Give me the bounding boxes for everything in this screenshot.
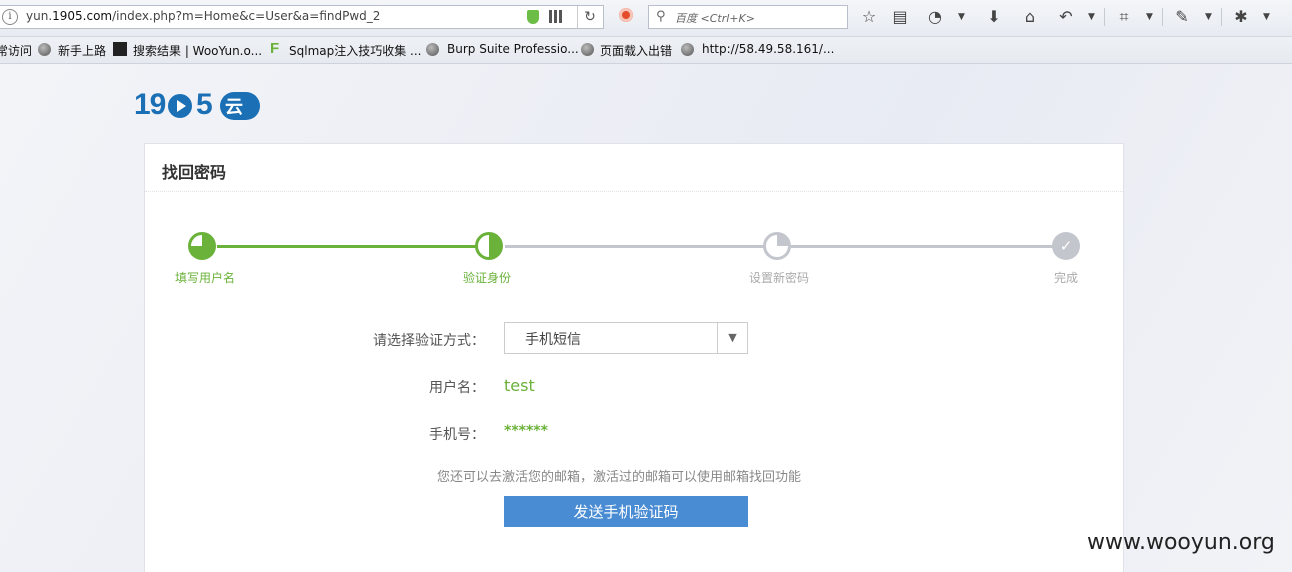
globe-icon [581, 43, 594, 56]
logo-cloud-text: 云 [225, 97, 243, 118]
bookmark-item[interactable]: Burp Suite Professio... [447, 42, 579, 56]
page-content: 19 5 云 找回密码 ✓ 填写用户名 验证身份 设置新密码 完成 请选择验证方… [0, 64, 1292, 572]
site-info-icon[interactable]: i [2, 9, 18, 25]
step-connector-todo [791, 245, 1053, 248]
palette-icon[interactable]: ◔ [924, 6, 946, 28]
search-bar[interactable]: ⚲ 百度 <Ctrl+K> [648, 5, 848, 29]
verify-method-value: 手机短信 [525, 332, 581, 348]
step-label-1: 填写用户名 [174, 271, 235, 285]
bookmark-item[interactable]: Sqlmap注入技巧收集 ... [289, 42, 422, 59]
step-3-icon [763, 232, 791, 260]
chevron-down-icon[interactable]: ▼ [717, 323, 747, 353]
step-connector-done [217, 245, 489, 248]
bookmark-item[interactable]: 搜索结果 | WooYun.o... [133, 42, 262, 59]
globe-icon [426, 43, 439, 56]
search-icon: ⚲ [656, 9, 666, 24]
watermark: www.wooyun.org [1087, 530, 1275, 555]
crop-dropdown-icon[interactable]: ▼ [1146, 6, 1153, 28]
wooyun-icon [113, 42, 127, 56]
step-1-icon [188, 232, 216, 260]
home-icon[interactable]: ⌂ [1019, 6, 1041, 28]
check-icon: ✓ [1052, 232, 1080, 260]
bookmark-item[interactable]: 常访问 [0, 42, 32, 59]
reading-list-icon[interactable]: ▤ [889, 6, 911, 28]
globe-icon [38, 43, 51, 56]
logo-digits: 19 [134, 88, 166, 121]
download-icon[interactable]: ⬇ [983, 6, 1005, 28]
toolbar-separator [1104, 8, 1105, 26]
bug-icon[interactable]: ✱ [1230, 6, 1252, 28]
bookmark-star-icon[interactable]: ☆ [858, 6, 880, 28]
adblock-icon[interactable] [619, 8, 633, 22]
reload-icon[interactable]: ↻ [577, 6, 602, 28]
step-2-icon [475, 232, 503, 260]
menu-dropdown-icon[interactable]: ▼ [1263, 6, 1270, 28]
play-icon [168, 94, 192, 118]
step-label-4: 完成 [1053, 271, 1078, 285]
method-label: 请选择验证方式： [373, 333, 485, 349]
step-connector-todo [505, 245, 777, 248]
browser-toolbar: i yun.1905.com/index.php?m=Home&c=User&a… [0, 0, 1292, 37]
palette-dropdown-icon[interactable]: ▼ [958, 6, 965, 28]
url-text[interactable]: yun.1905.com/index.php?m=Home&c=User&a=f… [26, 9, 380, 23]
toolbar-separator [1162, 8, 1163, 26]
url-bar[interactable]: i yun.1905.com/index.php?m=Home&c=User&a… [0, 5, 604, 29]
undo-dropdown-icon[interactable]: ▼ [1088, 6, 1095, 28]
step-label-2: 验证身份 [462, 271, 511, 285]
bookmarks-bar: 常访问 新手上路 搜索结果 | WooYun.o... F Sqlmap注入技巧… [0, 37, 1292, 64]
translate-icon[interactable]: ✎ [1171, 6, 1193, 28]
shield-icon[interactable] [527, 10, 539, 24]
crop-icon[interactable]: ⌗ [1113, 6, 1135, 28]
globe-icon [681, 43, 694, 56]
send-sms-code-button[interactable]: 发送手机验证码 [504, 496, 748, 527]
toolbar-separator [1221, 8, 1222, 26]
bookmark-item[interactable]: 新手上路 [58, 42, 106, 59]
page-title: 找回密码 [162, 163, 227, 182]
divider [145, 191, 1123, 193]
qr-code-icon[interactable] [549, 10, 562, 23]
bookmark-item[interactable]: 页面载入出错 [600, 42, 672, 59]
step-label-3: 设置新密码 [748, 271, 809, 285]
translate-dropdown-icon[interactable]: ▼ [1205, 6, 1212, 28]
logo-digit: 5 [196, 88, 213, 121]
verify-method-select[interactable]: 手机短信 ▼ [504, 322, 748, 354]
username-label: 用户名： [429, 380, 485, 396]
email-hint: 您还可以去激活您的邮箱，激活过的邮箱可以使用邮箱找回功能 [437, 470, 802, 485]
f-icon: F [270, 40, 280, 57]
phone-label: 手机号： [429, 427, 485, 443]
bookmark-item[interactable]: http://58.49.58.161/... [702, 42, 834, 56]
search-placeholder: 百度 <Ctrl+K> [675, 12, 755, 25]
phone-value: ****** [504, 423, 548, 439]
find-password-card: 找回密码 ✓ 填写用户名 验证身份 设置新密码 完成 请选择验证方式： 手机短信… [144, 143, 1124, 572]
undo-icon[interactable]: ↶ [1055, 6, 1077, 28]
username-value: test [504, 376, 535, 395]
